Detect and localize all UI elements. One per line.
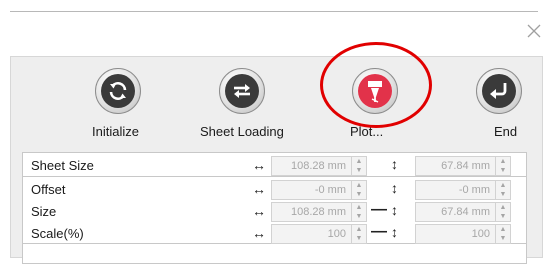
spin-down-icon[interactable]: ▼	[352, 166, 366, 175]
row-offset: Offset ↔ -0 mm ▲ ▼ ↕ -0 mm ▲ ▼	[23, 179, 528, 201]
vertical-arrow-icon: ↕	[391, 156, 398, 172]
return-arrow-icon	[476, 68, 522, 114]
plot-label: Plot...	[350, 124, 384, 139]
scale-y-value: 100	[471, 228, 490, 240]
spin-down-icon[interactable]: ▼	[496, 166, 510, 175]
sheet-loading-button[interactable]: Sheet Loading	[200, 68, 310, 142]
sheet-width-spinbox[interactable]: 108.28 mm ▲ ▼	[271, 156, 367, 176]
vertical-arrow-icon: ↕	[391, 202, 398, 218]
spin-down-icon[interactable]: ▼	[496, 234, 510, 243]
close-icon[interactable]	[523, 20, 545, 42]
spin-up-icon[interactable]: ▲	[352, 225, 366, 234]
scale-x-spinbox[interactable]: 100 ▲ ▼	[271, 224, 367, 244]
spin-up-icon[interactable]: ▲	[496, 203, 510, 212]
spin-up-icon[interactable]: ▲	[352, 203, 366, 212]
row-size: Size ↔ 108.28 mm ▲ ▼ — ↕ 67.84 mm ▲ ▼	[23, 201, 528, 223]
row-label: Scale(%)	[31, 226, 84, 241]
spin-down-icon[interactable]: ▼	[496, 190, 510, 199]
spin-up-icon[interactable]: ▲	[352, 157, 366, 166]
spin-up-icon[interactable]: ▲	[496, 225, 510, 234]
spin-down-icon[interactable]: ▼	[352, 234, 366, 243]
sheet-loading-label: Sheet Loading	[200, 124, 284, 139]
spin-down-icon[interactable]: ▼	[496, 212, 510, 221]
parameter-grid: Sheet Size ↔ 108.28 mm ▲ ▼ ↕ 67.84 mm ▲ ▼ …	[22, 152, 527, 264]
swap-arrows-icon	[219, 68, 265, 114]
size-height-spinbox[interactable]: 67.84 mm ▲ ▼	[415, 202, 511, 222]
sheet-height-value: 67.84 mm	[441, 160, 490, 172]
vertical-arrow-icon: ↕	[391, 224, 398, 240]
row-label: Offset	[31, 182, 66, 197]
end-label: End	[494, 124, 518, 139]
horizontal-arrow-icon: ↔	[252, 157, 266, 173]
plotter-pen-icon	[352, 68, 398, 114]
offset-y-spinbox[interactable]: -0 mm ▲ ▼	[415, 180, 511, 200]
spin-down-icon[interactable]: ▼	[352, 190, 366, 199]
vertical-arrow-icon: ↕	[391, 180, 398, 196]
horizontal-arrow-icon: ↔	[252, 181, 266, 197]
initialize-label: Initialize	[92, 124, 139, 139]
plot-button[interactable]: Plot...	[320, 42, 432, 142]
offset-x-value: -0 mm	[314, 184, 346, 196]
aspect-link-icon: —	[371, 201, 387, 218]
spin-up-icon[interactable]: ▲	[496, 181, 510, 190]
spin-up-icon[interactable]: ▲	[352, 181, 366, 190]
row-scale: Scale(%) ↔ 100 ▲ ▼ — ↕ 100 ▲ ▼	[23, 223, 528, 245]
spin-up-icon[interactable]: ▲	[496, 157, 510, 166]
refresh-icon	[95, 68, 141, 114]
aspect-link-icon: —	[371, 223, 387, 240]
title-bar-divider	[10, 11, 538, 12]
sheet-height-spinbox[interactable]: 67.84 mm ▲ ▼	[415, 156, 511, 176]
scale-x-value: 100	[327, 228, 346, 240]
offset-x-spinbox[interactable]: -0 mm ▲ ▼	[271, 180, 367, 200]
horizontal-arrow-icon: ↔	[252, 225, 266, 241]
size-width-value: 108.28 mm	[290, 206, 346, 218]
spin-down-icon[interactable]: ▼	[352, 212, 366, 221]
sheet-width-value: 108.28 mm	[290, 160, 346, 172]
size-width-spinbox[interactable]: 108.28 mm ▲ ▼	[271, 202, 367, 222]
initialize-button[interactable]: Initialize	[88, 68, 168, 142]
scale-y-spinbox[interactable]: 100 ▲ ▼	[415, 224, 511, 244]
offset-y-value: -0 mm	[458, 184, 490, 196]
horizontal-arrow-icon: ↔	[252, 203, 266, 219]
row-sheet-size: Sheet Size ↔ 108.28 mm ▲ ▼ ↕ 67.84 mm ▲ ▼	[23, 155, 528, 177]
row-label: Sheet Size	[31, 158, 94, 173]
end-button[interactable]: End	[466, 68, 536, 142]
size-height-value: 67.84 mm	[441, 206, 490, 218]
row-label: Size	[31, 204, 57, 219]
